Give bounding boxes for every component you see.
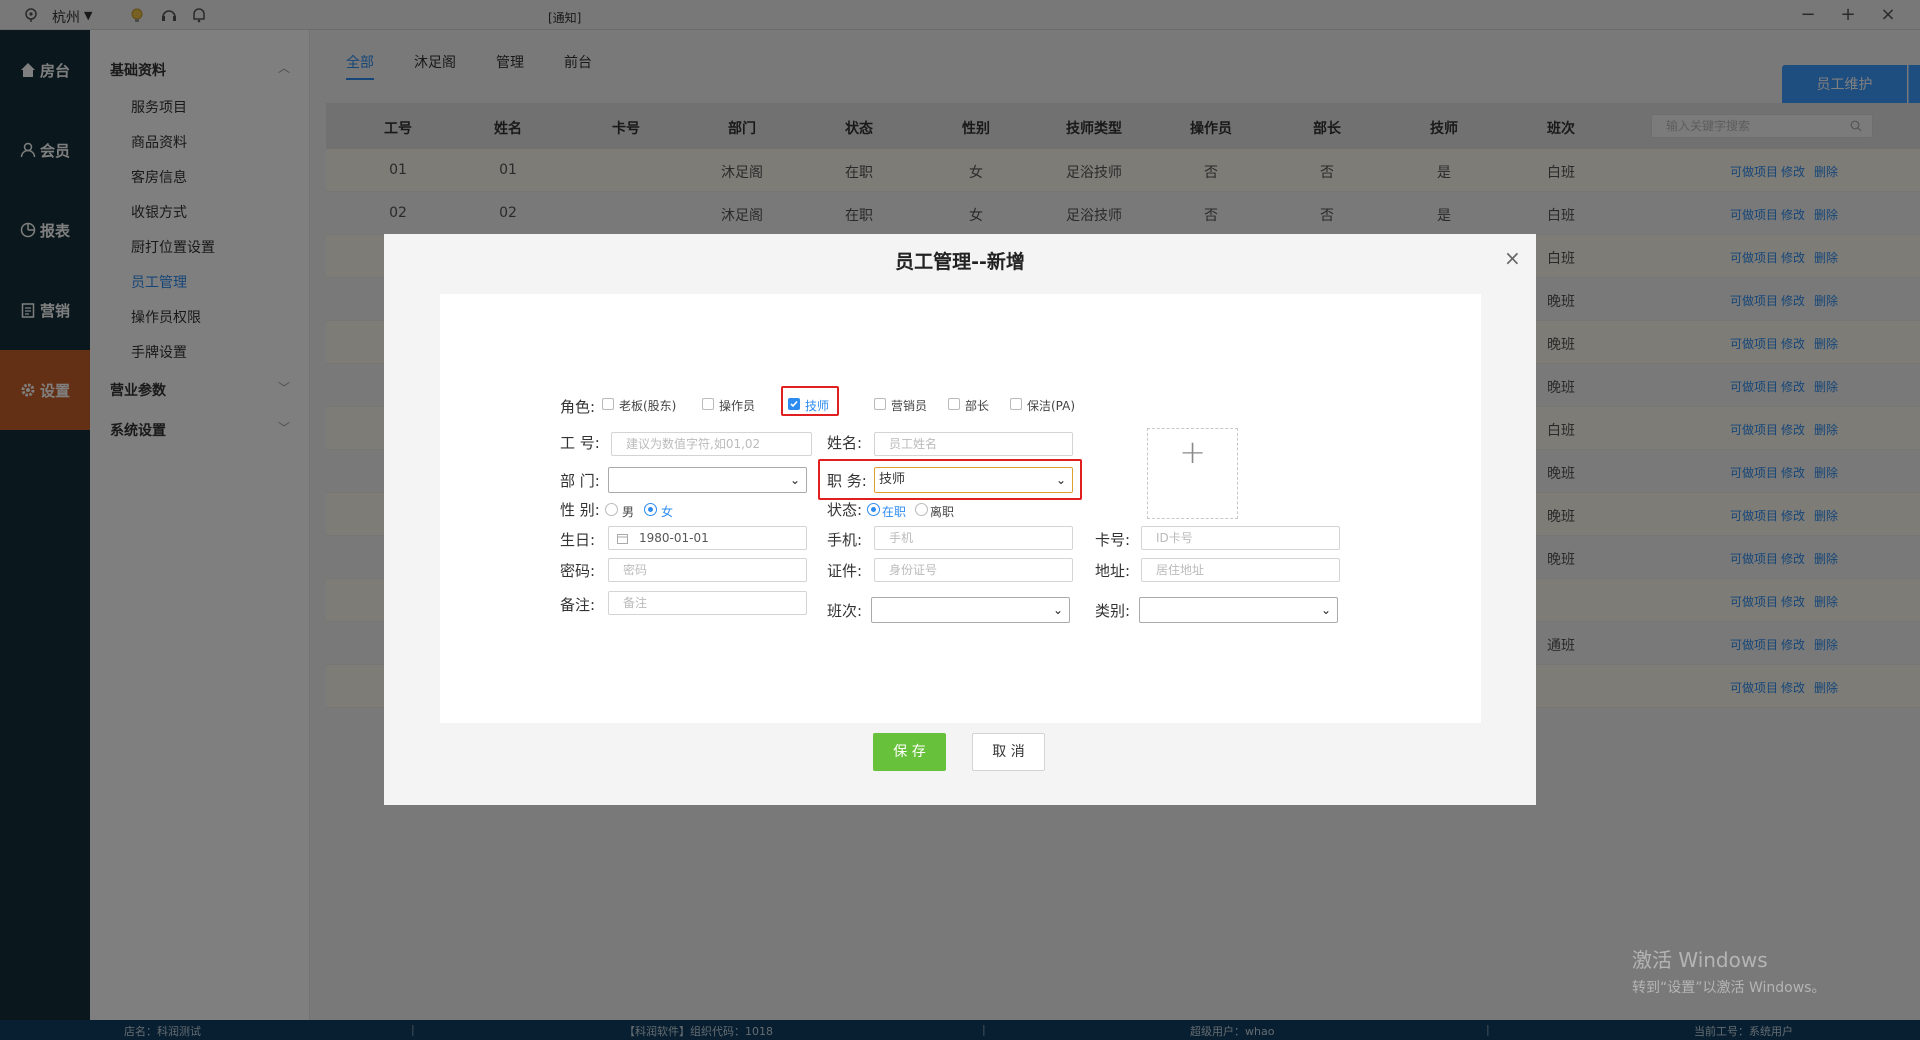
gender-radio-male[interactable] — [605, 503, 618, 516]
shift-label: 班次: — [827, 602, 863, 620]
password-label: 密码: — [560, 562, 596, 580]
gender-label: 性 别: — [560, 501, 600, 519]
type-label: 类别: — [1095, 602, 1131, 620]
type-select[interactable]: ⌄ — [1139, 597, 1338, 623]
role-marketing-checkbox[interactable] — [874, 398, 886, 410]
address-input[interactable]: 居住地址 — [1141, 558, 1340, 582]
birthday-value: 1980-01-01 — [639, 531, 709, 545]
windows-activation-watermark: 激活 Windows 转到“设置”以激活 Windows。 — [1632, 944, 1825, 997]
idcard-placeholder: 身份证号 — [889, 563, 938, 577]
chevron-down-icon: ⌄ — [1320, 603, 1331, 617]
highlight-box — [818, 459, 1082, 500]
role-label: 角色: — [560, 398, 596, 416]
chevron-down-icon: ⌄ — [1052, 603, 1063, 617]
save-button[interactable]: 保 存 — [873, 733, 946, 771]
id-label: 工 号: — [560, 434, 600, 452]
watermark-line1: 激活 Windows — [1632, 948, 1768, 972]
status-label: 状态: — [827, 501, 863, 519]
dept-label: 部 门: — [560, 472, 600, 490]
card-input[interactable]: ID卡号 — [1141, 526, 1340, 550]
role-cleaner-label[interactable]: 保洁(PA) — [1027, 397, 1075, 414]
phone-placeholder: 手机 — [889, 531, 914, 545]
gender-male-label[interactable]: 男 — [622, 503, 634, 520]
name-label: 姓名: — [827, 434, 863, 452]
note-label: 备注: — [560, 596, 596, 614]
phone-input[interactable]: 手机 — [874, 526, 1073, 550]
staff-id-input[interactable]: 建议为数值字符,如01,02 — [611, 432, 812, 456]
status-radio-left[interactable] — [915, 503, 928, 516]
card-placeholder: ID卡号 — [1156, 531, 1193, 545]
add-staff-dialog: 员工管理--新增 × 角色: 老板(股东) 操作员 技师 营销员 部长 保洁(PA) 工 … — [384, 234, 1536, 805]
dialog-form: 角色: 老板(股东) 操作员 技师 营销员 部长 保洁(PA) 工 号: 建议为数值字符,… — [440, 294, 1481, 723]
address-label: 地址: — [1095, 562, 1131, 580]
phone-label: 手机: — [827, 531, 863, 549]
role-cleaner-checkbox[interactable] — [1010, 398, 1022, 410]
highlight-box — [781, 386, 839, 416]
password-input[interactable]: 密码 — [608, 558, 807, 582]
shift-select[interactable]: ⌄ — [871, 597, 1070, 623]
card-label: 卡号: — [1095, 531, 1131, 549]
gender-female-label[interactable]: 女 — [661, 503, 673, 520]
chevron-down-icon: ⌄ — [789, 473, 800, 487]
status-radio-active[interactable] — [867, 503, 880, 516]
password-placeholder: 密码 — [623, 563, 648, 577]
role-operator-label[interactable]: 操作员 — [719, 397, 755, 414]
gender-radio-female[interactable] — [644, 503, 657, 516]
watermark-line2: 转到“设置”以激活 Windows。 — [1632, 980, 1826, 996]
staff-name-input[interactable]: 员工姓名 — [874, 432, 1073, 456]
plus-icon: + — [1179, 433, 1206, 471]
photo-upload[interactable]: + — [1147, 428, 1238, 519]
role-operator-checkbox[interactable] — [702, 398, 714, 410]
role-manager-checkbox[interactable] — [948, 398, 960, 410]
role-owner-checkbox[interactable] — [602, 398, 614, 410]
idcard-label: 证件: — [827, 562, 863, 580]
idcard-input[interactable]: 身份证号 — [874, 558, 1073, 582]
birthday-input[interactable]: 1980-01-01 — [608, 526, 807, 550]
status-left-label[interactable]: 离职 — [930, 503, 954, 520]
close-icon[interactable]: × — [1504, 246, 1521, 270]
status-active-label[interactable]: 在职 — [882, 503, 906, 520]
staff-id-placeholder: 建议为数值字符,如01,02 — [626, 437, 761, 451]
calendar-icon — [617, 534, 628, 544]
dialog-title: 员工管理--新增 — [895, 251, 1025, 273]
cancel-button[interactable]: 取 消 — [972, 733, 1045, 771]
address-placeholder: 居住地址 — [1156, 563, 1205, 577]
dept-select[interactable]: ⌄ — [608, 467, 807, 493]
role-manager-label[interactable]: 部长 — [965, 397, 989, 414]
note-input[interactable]: 备注 — [608, 591, 807, 615]
role-owner-label[interactable]: 老板(股东) — [619, 397, 676, 414]
staff-name-placeholder: 员工姓名 — [889, 437, 938, 451]
birthday-label: 生日: — [560, 531, 596, 549]
role-marketing-label[interactable]: 营销员 — [891, 397, 927, 414]
note-placeholder: 备注 — [623, 596, 648, 610]
